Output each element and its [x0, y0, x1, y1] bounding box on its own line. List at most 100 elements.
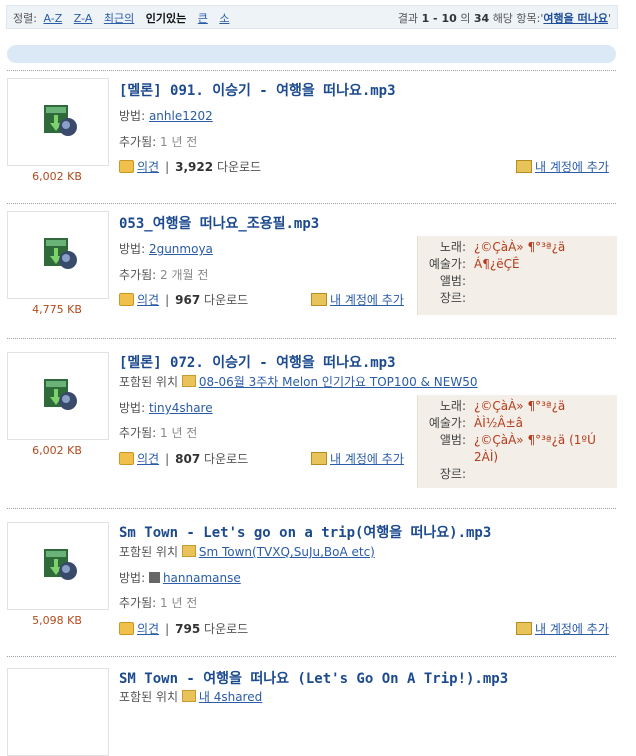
method-label: 방법: — [119, 401, 146, 415]
result-prefix: 결과 — [397, 12, 419, 25]
included-label: 포함된 위치 — [119, 375, 179, 389]
added-row: 추가됨: 2 개월 전 — [119, 266, 208, 283]
file-thumbnail[interactable] — [7, 668, 109, 756]
added-label: 추가됨: — [119, 426, 157, 440]
add-to-account[interactable]: 내 계정에 추가 — [516, 158, 609, 175]
add-to-account[interactable]: 내 계정에 추가 — [311, 291, 404, 308]
file-title-text[interactable]: Sm Town - Let's go on a trip(여행을 떠나요).mp… — [119, 525, 491, 541]
file-thumbnail[interactable] — [7, 522, 109, 610]
folder-link[interactable]: Sm Town(TVXQ,SuJu,BoA etc) — [199, 545, 375, 559]
file-title[interactable]: [멜론] 091. 이승기 - 여행을 떠나요.mp3 — [119, 80, 396, 100]
genre-label: 장르: — [439, 291, 466, 305]
add-to-account[interactable]: 내 계정에 추가 — [516, 620, 609, 637]
opinion-link[interactable]: 의견 — [137, 622, 159, 636]
added-value: 2 개월 전 — [160, 268, 209, 282]
folder-link[interactable]: 08-06월 3주차 Melon 인기가요 TOP100 & NEW50 — [199, 375, 478, 389]
file-title[interactable]: SM Town - 여행을 떠나요 (Let's Go On A Trip!).… — [119, 668, 508, 688]
added-value: 1 년 전 — [160, 426, 198, 440]
file-title[interactable]: Sm Town - Let's go on a trip(여행을 떠나요).mp… — [119, 522, 491, 542]
file-size: 6,002 KB — [32, 170, 82, 183]
user-link[interactable]: hannamanse — [163, 571, 241, 585]
song-label: 노래: — [439, 240, 466, 254]
comment-icon — [119, 293, 134, 306]
sort-recent-link[interactable]: 최근의 — [104, 12, 134, 25]
stats-row: 의견 | 807 다운로드 — [119, 450, 248, 467]
user-link[interactable]: anhle1202 — [149, 109, 213, 123]
search-query-link[interactable]: 여행을 떠나요 — [543, 12, 608, 25]
file-thumbnail[interactable] — [7, 211, 109, 299]
file-title[interactable]: 053_여행을 떠나요_조용필.mp3 — [119, 213, 319, 233]
download-count: 967 — [175, 293, 201, 307]
add-to-account-link[interactable]: 내 계정에 추가 — [330, 452, 404, 466]
downloads-label: 다운로드 — [204, 293, 249, 307]
artist-value: Á¶¿ëÇÊ — [474, 257, 520, 271]
included-label: 포함된 위치 — [119, 545, 179, 559]
mp3-file-icon — [44, 238, 77, 269]
divider — [7, 656, 616, 657]
result-summary: 결과 1 - 10 의 34 해당 항목:'여행을 떠나요' — [398, 10, 611, 26]
method-label: 방법: — [119, 571, 146, 585]
sort-bar: 정렬: A-Z Z-A 최근의 인기있는 큰 소 결과 1 - 10 의 34 … — [6, 5, 618, 29]
folder-link[interactable]: 내 4shared — [199, 690, 262, 704]
result-total: 34 — [473, 12, 490, 25]
downloads-label: 다운로드 — [216, 160, 262, 174]
added-row: 추가됨: 1 년 전 — [119, 594, 197, 611]
result-of: 의 — [460, 12, 471, 25]
sort-small-link[interactable]: 소 — [219, 12, 229, 25]
file-size: 4,775 KB — [32, 303, 82, 316]
sort-z-a-link[interactable]: Z-A — [74, 12, 93, 25]
file-thumbnail[interactable] — [7, 352, 109, 440]
results-header-bar — [7, 45, 616, 63]
song-value: ¿©ÇàÀ» ¶°³ª¿ä — [474, 240, 566, 254]
file-title-text[interactable]: SM Town - 여행을 떠나요 (Let's Go On A Trip!).… — [119, 671, 508, 687]
method-label: 방법: — [119, 242, 146, 256]
mp3-file-icon — [44, 105, 77, 136]
file-title-text[interactable]: [멜론] 072. 이승기 - 여행을 떠나요.mp3 — [119, 355, 396, 371]
file-title-text[interactable]: 053_여행을 떠나요_조용필.mp3 — [119, 216, 319, 232]
add-folder-icon — [311, 452, 327, 465]
download-count: 807 — [175, 452, 201, 466]
artist-label: 예술가: — [428, 257, 466, 271]
file-thumbnail[interactable] — [7, 78, 109, 166]
downloads-label: 다운로드 — [204, 622, 249, 636]
opinion-link[interactable]: 의견 — [137, 160, 159, 174]
added-value: 1 년 전 — [160, 596, 198, 610]
result-range: 1 - 10 — [421, 12, 457, 25]
album-label: 앨범: — [439, 433, 466, 447]
comment-icon — [119, 160, 134, 173]
opinion-link[interactable]: 의견 — [137, 293, 159, 307]
id3-metadata-panel: 노래: ¿©ÇàÀ» ¶°³ª¿ä 예술가: Á¶¿ëÇÊ 앨범: 장르: — [417, 236, 617, 315]
song-label: 노래: — [439, 399, 466, 413]
opinion-link[interactable]: 의견 — [137, 452, 159, 466]
sort-popular-link[interactable]: 인기있는 — [146, 12, 186, 25]
result-suffix: 해당 항목: — [492, 12, 541, 25]
add-folder-icon — [516, 622, 532, 635]
id3-metadata-panel: 노래: ¿©ÇàÀ» ¶°³ª¿ä 예술가: ÀÌ½Â±â 앨범: ¿©ÇàÀ» ¶°… — [417, 395, 617, 488]
comment-icon — [119, 452, 134, 465]
artist-label: 예술가: — [428, 416, 466, 430]
add-to-account[interactable]: 내 계정에 추가 — [311, 450, 404, 467]
song-value: ¿©ÇàÀ» ¶°³ª¿ä — [474, 399, 566, 413]
added-label: 추가됨: — [119, 268, 157, 282]
add-to-account-link[interactable]: 내 계정에 추가 — [535, 160, 609, 174]
folder-icon — [181, 375, 196, 387]
add-to-account-link[interactable]: 내 계정에 추가 — [535, 622, 609, 636]
file-title[interactable]: [멜론] 072. 이승기 - 여행을 떠나요.mp3 — [119, 352, 396, 372]
album-value: ¿©ÇàÀ» ¶°³ª¿ä (1ºÚ 2ÀÌ) — [474, 433, 596, 464]
method-label: 방법: — [119, 109, 146, 123]
folder-icon — [181, 545, 196, 557]
method-row: 방법: anhle1202 — [119, 107, 213, 124]
folder-row: 포함된 위치 Sm Town(TVXQ,SuJu,BoA etc) — [119, 543, 375, 560]
download-count: 795 — [175, 622, 201, 636]
file-title-text[interactable]: [멜론] 091. 이승기 - 여행을 떠나요.mp3 — [119, 83, 396, 99]
divider — [7, 70, 616, 71]
sort-a-z-link[interactable]: A-Z — [43, 12, 62, 25]
download-count: 3,922 — [175, 160, 214, 174]
divider — [7, 508, 616, 509]
artist-value: ÀÌ½Â±â — [474, 416, 523, 430]
add-to-account-link[interactable]: 내 계정에 추가 — [330, 293, 404, 307]
user-link[interactable]: 2gunmoya — [149, 242, 213, 256]
user-link[interactable]: tiny4share — [149, 401, 213, 415]
sort-large-link[interactable]: 큰 — [198, 12, 208, 25]
sort-label: 정렬: — [13, 12, 37, 25]
